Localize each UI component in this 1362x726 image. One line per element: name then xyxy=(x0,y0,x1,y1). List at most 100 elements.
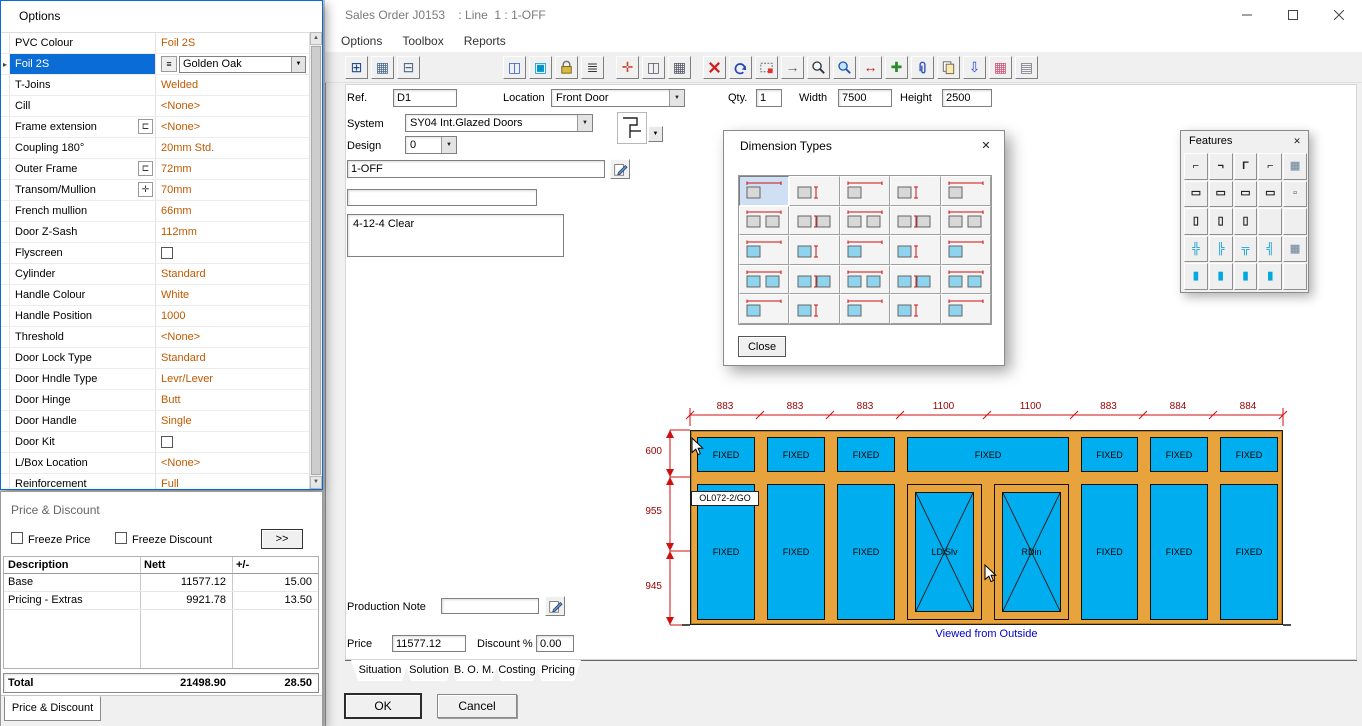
dimension-type-icon[interactable] xyxy=(840,176,890,206)
dimension-type-icon[interactable] xyxy=(890,235,940,265)
glass-spec-box[interactable]: 4-12-4 Clear xyxy=(347,214,564,257)
dimension-type-icon[interactable] xyxy=(890,176,940,206)
close-button[interactable]: Close xyxy=(738,336,786,357)
mullion-icon[interactable]: ╦ xyxy=(1234,236,1258,263)
toolbar-zoom-icon[interactable] xyxy=(807,56,830,79)
fixed-pane-top-1[interactable]: FIXED xyxy=(697,437,755,472)
toolbar-transom-icon[interactable]: ✛ xyxy=(616,56,639,79)
price-input[interactable] xyxy=(392,635,466,652)
dimension-type-icon[interactable] xyxy=(789,294,839,324)
dimension-type-icon[interactable] xyxy=(890,294,940,324)
option-row-l-box-location[interactable]: L/Box Location<None> xyxy=(1,453,309,474)
production-note-input[interactable] xyxy=(441,598,539,614)
toolbar-copy-icon[interactable] xyxy=(937,56,960,79)
bar-icon[interactable]: ▭ xyxy=(1209,181,1233,208)
option-row-cill[interactable]: Cill<None> xyxy=(1,96,309,117)
dimension-type-icon[interactable] xyxy=(840,235,890,265)
design-preview-dropdown[interactable]: ▼ xyxy=(648,126,663,142)
transom-plus-icon[interactable]: ✛ xyxy=(138,182,153,197)
toolbar-collapse-icon[interactable]: ⊟ xyxy=(397,56,420,79)
price-discount-tab[interactable]: Price & Discount xyxy=(4,696,101,721)
option-row-door-kit[interactable]: Door Kit xyxy=(1,432,309,453)
upright-icon[interactable]: ▯ xyxy=(1234,208,1258,235)
mullion-icon[interactable]: ╣ xyxy=(1258,236,1282,263)
option-row-coupling-180[interactable]: Coupling 180°20mm Std. xyxy=(1,138,309,159)
width-input[interactable] xyxy=(838,89,892,107)
dimension-type-icon[interactable] xyxy=(941,235,991,265)
flyscreen-checkbox[interactable] xyxy=(161,247,173,259)
dimension-type-icon[interactable] xyxy=(840,265,890,295)
scroll-down-icon[interactable]: ▼ xyxy=(310,476,322,489)
option-row-handle-position[interactable]: Handle Position1000 xyxy=(1,306,309,327)
bar-icon[interactable]: ▭ xyxy=(1234,181,1258,208)
tab-situation[interactable]: Situation xyxy=(351,660,409,681)
option-row-handle-colour[interactable]: Handle ColourWhite xyxy=(1,285,309,306)
frame-picker-icon[interactable]: ⊏ xyxy=(138,119,153,134)
fixed-pane-bottom-6[interactable]: FIXED xyxy=(1081,484,1138,620)
upright-icon[interactable]: ▯ xyxy=(1184,208,1208,235)
handle-icon[interactable]: ⌐ xyxy=(1184,153,1208,180)
small-panel-icon[interactable]: ▫ xyxy=(1283,181,1307,208)
location-combo[interactable]: Front Door ▼ xyxy=(551,89,685,107)
dimension-type-icon[interactable] xyxy=(789,235,839,265)
cancel-button[interactable]: Cancel xyxy=(437,694,517,718)
ok-button[interactable]: OK xyxy=(345,694,421,718)
mullion-icon[interactable]: ╠ xyxy=(1209,236,1233,263)
blank-icon[interactable] xyxy=(1258,208,1282,235)
grid-icon[interactable]: ▦ xyxy=(1283,153,1307,180)
chevron-down-icon[interactable]: ▼ xyxy=(577,115,592,131)
fixed-pane-bottom-3[interactable]: FIXED xyxy=(837,484,895,620)
toolbar-lock-icon[interactable] xyxy=(555,56,578,79)
toolbar-selection-icon[interactable] xyxy=(755,56,778,79)
discount-input[interactable] xyxy=(536,635,574,652)
tab-solution[interactable]: Solution xyxy=(404,660,454,681)
option-row-flyscreen[interactable]: Flyscreen xyxy=(1,243,309,264)
dimension-type-icon[interactable] xyxy=(789,206,839,236)
chevron-down-icon[interactable]: ▼ xyxy=(669,90,684,106)
tab-pricing[interactable]: Pricing xyxy=(535,660,581,681)
bar-icon[interactable]: ▭ xyxy=(1184,181,1208,208)
toolbar-arrow-icon[interactable]: → xyxy=(781,56,804,79)
fixed-pane-bottom-2[interactable]: FIXED xyxy=(767,484,825,620)
option-row-door-z-sash[interactable]: Door Z-Sash112mm xyxy=(1,222,309,243)
option-row-t-joins[interactable]: T-JoinsWelded xyxy=(1,75,309,96)
dimension-type-icon[interactable] xyxy=(890,265,940,295)
fixed-pane-top-3[interactable]: FIXED xyxy=(837,437,895,472)
price-row-base[interactable]: Base11577.1215.00 xyxy=(4,574,318,592)
close-icon[interactable]: ✕ xyxy=(976,136,996,156)
option-row-french-mullion[interactable]: French mullion66mm xyxy=(1,201,309,222)
option-row-door-lock-type[interactable]: Door Lock TypeStandard xyxy=(1,348,309,369)
dimension-type-icon[interactable] xyxy=(739,206,789,236)
dimension-type-icon[interactable] xyxy=(739,265,789,295)
dimension-type-icon[interactable] xyxy=(789,176,839,206)
toolbar-add-icon[interactable]: ✚ xyxy=(885,56,908,79)
system-combo[interactable]: SY04 Int.Glazed Doors ▼ xyxy=(405,114,593,132)
blank-icon[interactable] xyxy=(1283,263,1307,290)
mullion-icon[interactable]: ╬ xyxy=(1184,236,1208,263)
fixed-pane-top-7[interactable]: FIXED xyxy=(1220,437,1278,472)
scroll-up-icon[interactable]: ▲ xyxy=(310,32,322,45)
toolbar-price-grid-icon[interactable]: ▦ xyxy=(989,56,1012,79)
scroll-thumb[interactable] xyxy=(311,46,321,475)
dimension-type-icon[interactable] xyxy=(840,294,890,324)
toolbar-settings-icon[interactable]: ▤ xyxy=(1015,56,1038,79)
door-kit-checkbox[interactable] xyxy=(161,436,173,448)
chevron-down-icon[interactable]: ▼ xyxy=(441,137,456,153)
height-input[interactable] xyxy=(942,89,992,107)
handle-icon[interactable]: ¬ xyxy=(1209,153,1233,180)
design-combo[interactable]: 0 ▼ xyxy=(405,136,457,154)
frame-picker-icon[interactable]: ⊏ xyxy=(138,161,153,176)
note-input[interactable] xyxy=(347,189,537,206)
glazed-panel-icon[interactable]: ▮ xyxy=(1234,263,1258,290)
fixed-pane-top-6[interactable]: FIXED xyxy=(1150,437,1208,472)
colour-list-icon[interactable]: ≡ xyxy=(161,56,177,72)
dimension-type-icon[interactable] xyxy=(739,294,789,324)
fixed-pane-top-2[interactable]: FIXED xyxy=(767,437,825,472)
toolbar-sash-grid-icon[interactable]: ◫ xyxy=(503,56,526,79)
handle-icon[interactable]: Γ xyxy=(1234,153,1258,180)
dimension-type-icon[interactable] xyxy=(789,265,839,295)
close-icon[interactable] xyxy=(1316,0,1362,30)
upright-icon[interactable]: ▯ xyxy=(1209,208,1233,235)
fixed-pane-top-5[interactable]: FIXED xyxy=(1081,437,1138,472)
menu-reports[interactable]: Reports xyxy=(454,32,516,50)
